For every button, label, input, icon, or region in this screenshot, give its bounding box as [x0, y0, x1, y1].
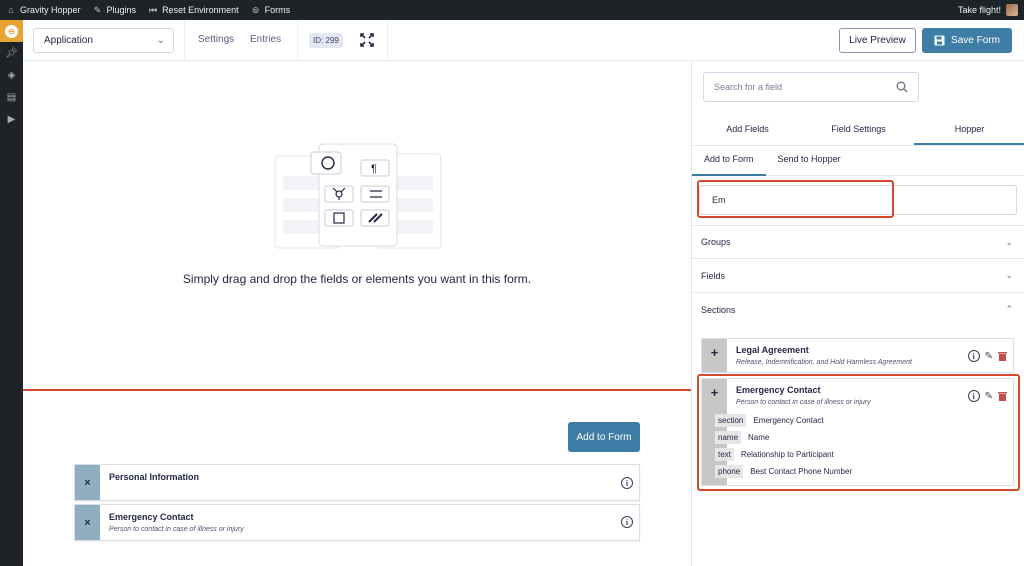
chevron-down-icon: ⌄	[156, 35, 165, 46]
greeting: Take flight!	[957, 5, 1001, 15]
hopper-subtabs: Add to Form Send to Hopper	[692, 148, 1024, 176]
save-icon	[934, 35, 945, 46]
add-to-form-button[interactable]: Add to Form	[568, 422, 640, 452]
divider	[184, 20, 185, 61]
highlight-box	[697, 374, 1020, 491]
plugins-label: Plugins	[106, 5, 137, 15]
form-canvas: ¶ Simply drag and drop the fields or ele…	[23, 62, 691, 566]
pages-icon: ▤	[6, 91, 17, 103]
highlight-box	[697, 180, 894, 218]
settings-link[interactable]: Settings	[198, 34, 234, 45]
trash-icon[interactable]	[998, 351, 1007, 361]
admin-bar: ⌂ Gravity Hopper ✎ Plugins ⏮ Reset Envir…	[0, 0, 1024, 20]
user-menu[interactable]: Take flight!	[958, 4, 1024, 16]
entries-link[interactable]: Entries	[250, 34, 281, 45]
home-icon: ⌂	[8, 5, 14, 15]
expand-icon[interactable]	[359, 32, 375, 48]
reset-environment-link[interactable]: ⏮ Reset Environment	[142, 0, 245, 20]
form-switcher[interactable]: Application ⌄	[33, 28, 174, 53]
menu-item-media[interactable]: ▶	[0, 108, 23, 130]
card-description: Release, Indemnification, and Hold Harml…	[736, 359, 912, 366]
form-name: Application	[44, 35, 93, 46]
empty-form-illustration: ¶	[274, 143, 442, 249]
card-title: Legal Agreement	[736, 345, 809, 355]
section-title: Emergency Contact	[109, 512, 194, 522]
accordion-fields[interactable]: Fields ⌄	[692, 259, 1024, 293]
close-icon: ×	[84, 476, 91, 489]
site-link[interactable]: ⌂ Gravity Hopper	[0, 0, 87, 20]
subtab-send-to-hopper[interactable]: Send to Hopper	[766, 148, 853, 176]
section-card-emergency-contact[interactable]: × Emergency Contact Person to contact in…	[74, 504, 640, 541]
field-sidebar: Search for a field Add Fields Field Sett…	[691, 62, 1024, 566]
hopper-preview: Add to Form × Personal Information i × E…	[23, 392, 691, 566]
remove-section-button[interactable]: ×	[75, 465, 100, 500]
chevron-down-icon: ⌄	[1005, 237, 1013, 247]
tab-add-fields[interactable]: Add Fields	[692, 118, 803, 145]
reset-label: Reset Environment	[162, 5, 239, 15]
info-icon[interactable]: i	[967, 350, 980, 362]
add-section-button[interactable]: +	[702, 339, 727, 372]
live-preview-button[interactable]: Live Preview	[839, 28, 916, 53]
accordion-label: Fields	[701, 270, 726, 281]
form-id-badge: ID: 299	[309, 33, 343, 48]
avatar	[1006, 4, 1018, 16]
plug-icon: ✎	[93, 4, 102, 15]
accordion-groups[interactable]: Groups ⌄	[692, 225, 1024, 259]
search-icon	[896, 81, 908, 93]
rewind-icon: ⏮	[149, 4, 158, 15]
admin-menu: ⊖ 📌︎ ◈ ▤ ▶	[0, 20, 23, 566]
search-placeholder: Search for a field	[714, 82, 783, 92]
chevron-up-icon: ⌃	[1005, 304, 1013, 314]
empty-state-text: Simply drag and drop the fields or eleme…	[182, 272, 532, 286]
accordion-label: Groups	[701, 237, 731, 247]
forms-label: Forms	[264, 5, 291, 15]
tag-icon: ◈	[7, 69, 16, 81]
card-actions: i ✎	[967, 350, 1007, 362]
chevron-down-icon: ⌄	[1005, 270, 1013, 280]
drop-indicator	[23, 389, 691, 391]
remove-section-button[interactable]: ×	[75, 505, 100, 540]
info-icon[interactable]: i	[621, 516, 633, 528]
section-card-personal-information[interactable]: × Personal Information i	[74, 464, 640, 501]
menu-item-forms[interactable]: ⊖	[0, 20, 23, 42]
site-name: Gravity Hopper	[20, 5, 81, 15]
divider	[387, 20, 388, 61]
menu-item-pin[interactable]: 📌︎	[0, 42, 23, 64]
field-search-input[interactable]: Search for a field	[703, 72, 919, 102]
editor-toolbar: Application ⌄ Settings Entries ID: 299 L…	[23, 20, 1024, 61]
save-form-label: Save Form	[951, 35, 1000, 46]
plugins-link[interactable]: ✎ Plugins	[87, 0, 143, 20]
menu-item-tag[interactable]: ◈	[0, 64, 23, 86]
play-icon: ▶	[7, 113, 16, 125]
accordion-label: Sections	[701, 305, 736, 315]
close-icon: ×	[84, 516, 91, 529]
accordion-sections[interactable]: Sections ⌃	[692, 293, 1024, 327]
pin-icon: 📌︎	[5, 47, 18, 59]
svg-text:¶: ¶	[371, 163, 377, 175]
plus-icon: +	[710, 345, 719, 360]
section-description: Person to contact in case of illness or …	[109, 526, 244, 533]
forms-link[interactable]: ⊜ Forms	[245, 0, 297, 20]
pencil-icon[interactable]: ✎	[985, 351, 993, 362]
section-title: Personal Information	[109, 472, 200, 482]
sidebar-tabs: Add Fields Field Settings Hopper	[692, 118, 1024, 146]
menu-item-pages[interactable]: ▤	[0, 86, 23, 108]
save-form-button[interactable]: Save Form	[922, 28, 1012, 53]
gravity-forms-icon: ⊖	[5, 24, 18, 38]
divider	[297, 20, 298, 61]
tab-hopper[interactable]: Hopper	[914, 118, 1024, 145]
info-icon[interactable]: i	[621, 477, 633, 489]
forms-icon: ⊜	[251, 4, 260, 15]
subtab-add-to-form[interactable]: Add to Form	[692, 148, 766, 176]
tab-field-settings[interactable]: Field Settings	[803, 118, 914, 145]
hopper-card-legal-agreement[interactable]: + Legal Agreement Release, Indemnificati…	[701, 338, 1014, 373]
